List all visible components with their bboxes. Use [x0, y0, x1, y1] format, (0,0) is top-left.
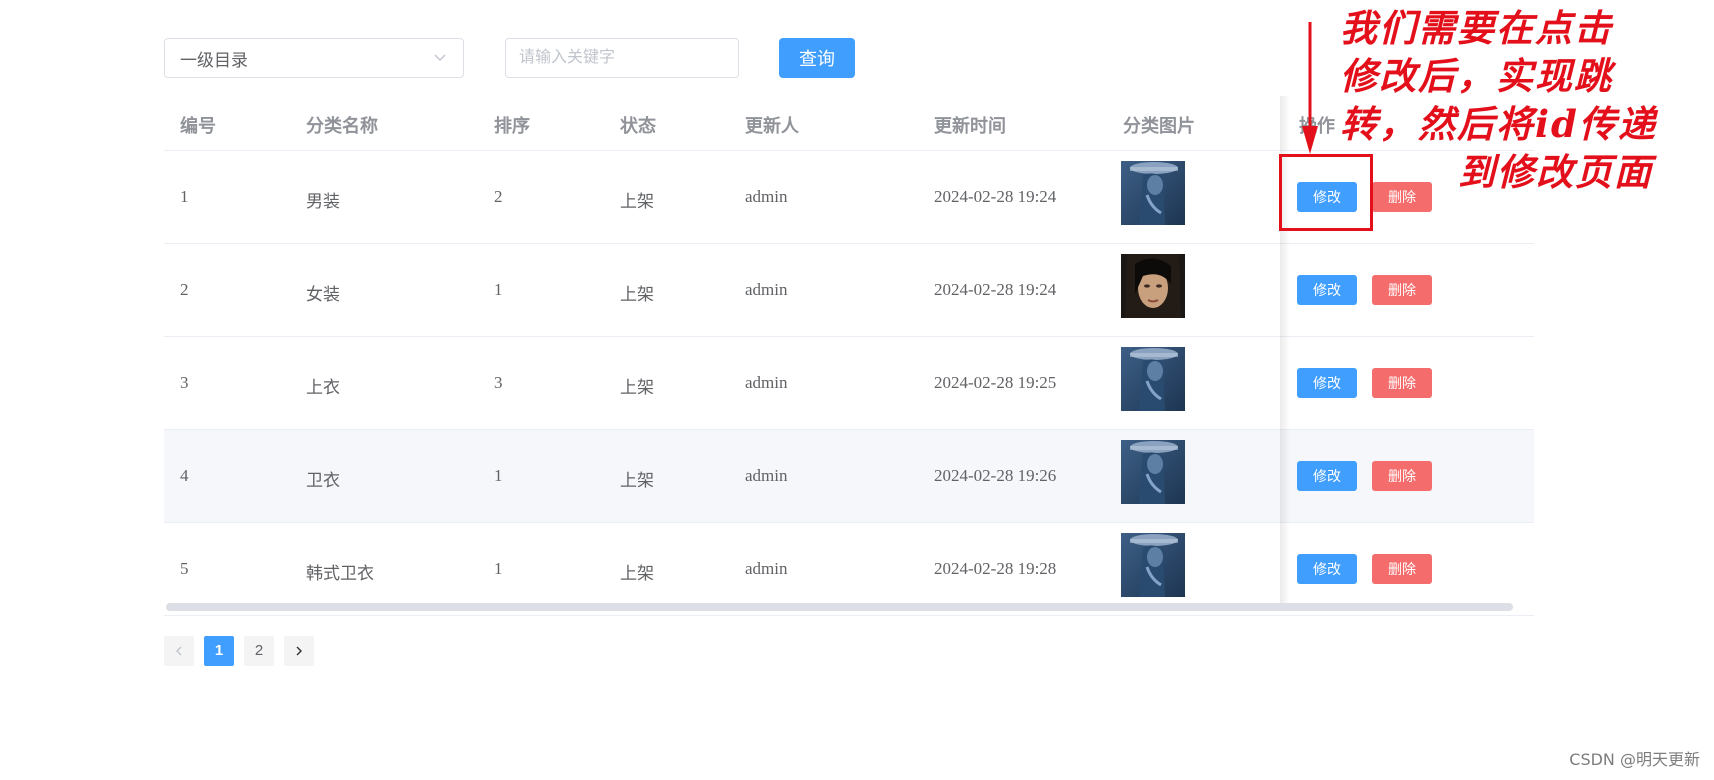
cell-updater: admin — [745, 466, 788, 485]
annotation-line: 到修改页面 — [1458, 150, 1653, 194]
page-2-button[interactable]: 2 — [244, 636, 274, 666]
edit-button[interactable]: 修改 — [1297, 461, 1357, 491]
annotation-line: 我们需要在点击 — [1340, 6, 1613, 50]
edit-button[interactable]: 修改 — [1297, 554, 1357, 584]
cell-status: 上架 — [620, 192, 654, 211]
delete-button[interactable]: 删除 — [1372, 275, 1432, 305]
category-image — [1121, 161, 1185, 225]
cell-sort: 2 — [494, 187, 503, 206]
page-1-button[interactable]: 1 — [204, 636, 234, 666]
cell-name: 女装 — [306, 285, 340, 304]
cell-updater: admin — [745, 187, 788, 206]
cell-name: 韩式卫衣 — [306, 564, 374, 583]
header-sort: 排序 — [494, 116, 530, 136]
cell-status: 上架 — [620, 285, 654, 304]
table-row: 4 卫衣 1 上架 admin 2024-02-28 19:26 修改 删除 — [164, 430, 1534, 523]
cell-sort: 1 — [494, 280, 503, 299]
cell-name: 上衣 — [306, 378, 340, 397]
table-row: 2 女装 1 上架 admin 2024-02-28 19:24 修改 删除 — [164, 244, 1534, 337]
delete-button[interactable]: 删除 — [1372, 554, 1432, 584]
cell-name: 卫衣 — [306, 471, 340, 490]
next-page-button[interactable] — [284, 636, 314, 666]
chevron-down-icon — [434, 54, 446, 61]
delete-button[interactable]: 删除 — [1372, 461, 1432, 491]
category-image — [1121, 440, 1185, 504]
edit-button[interactable]: 修改 — [1297, 368, 1357, 398]
cell-updater: admin — [745, 280, 788, 299]
cell-sort: 3 — [494, 373, 503, 392]
category-image — [1121, 533, 1185, 597]
annotation-line: 转，然后将id传递 — [1340, 102, 1657, 146]
annotation-line: 修改后，实现跳 — [1340, 54, 1613, 98]
horizontal-scrollbar[interactable] — [166, 603, 1513, 611]
header-update-time: 更新时间 — [934, 116, 1006, 136]
filter-bar: 一级目录 查询 — [164, 38, 964, 78]
prev-page-button[interactable] — [164, 636, 194, 666]
cell-sort: 1 — [494, 466, 503, 485]
cell-sort: 1 — [494, 559, 503, 578]
cell-id: 5 — [180, 559, 189, 578]
cell-name: 男装 — [306, 192, 340, 211]
keyword-search-input[interactable] — [505, 38, 739, 78]
watermark: CSDN @明天更新 — [1569, 750, 1700, 769]
header-name: 分类名称 — [306, 116, 378, 136]
cell-status: 上架 — [620, 471, 654, 490]
category-level-select-value: 一级目录 — [180, 50, 248, 70]
cell-status: 上架 — [620, 564, 654, 583]
cell-updater: admin — [745, 559, 788, 578]
cell-id: 1 — [180, 187, 189, 206]
cell-update-time: 2024-02-28 19:28 — [934, 559, 1057, 578]
cell-id: 4 — [180, 466, 189, 485]
chevron-left-icon — [176, 646, 182, 656]
cell-update-time: 2024-02-28 19:24 — [934, 280, 1057, 299]
chevron-right-icon — [296, 646, 302, 656]
cell-update-time: 2024-02-28 19:24 — [934, 187, 1057, 206]
cell-id: 2 — [180, 280, 189, 299]
edit-button[interactable]: 修改 — [1297, 275, 1357, 305]
table-row: 3 上衣 3 上架 admin 2024-02-28 19:25 修改 删除 — [164, 337, 1534, 430]
delete-button[interactable]: 删除 — [1372, 368, 1432, 398]
category-level-select[interactable]: 一级目录 — [164, 38, 464, 78]
annotation-note: 我们需要在点击 修改后，实现跳 转，然后将id传递 到修改页面 — [1340, 4, 1702, 196]
cell-update-time: 2024-02-28 19:26 — [934, 466, 1057, 485]
category-image — [1121, 254, 1185, 318]
header-id: 编号 — [180, 116, 216, 136]
cell-update-time: 2024-02-28 19:25 — [934, 373, 1057, 392]
cell-id: 3 — [180, 373, 189, 392]
header-status: 状态 — [620, 116, 656, 136]
cell-updater: admin — [745, 373, 788, 392]
category-image — [1121, 347, 1185, 411]
header-image: 分类图片 — [1123, 116, 1195, 136]
table-header: 编号 分类名称 排序 状态 更新人 更新时间 分类图片 操作 — [164, 96, 1534, 151]
cell-status: 上架 — [620, 378, 654, 397]
header-updater: 更新人 — [745, 116, 799, 136]
arrow-down-icon — [1302, 22, 1318, 154]
query-button[interactable]: 查询 — [779, 38, 855, 78]
